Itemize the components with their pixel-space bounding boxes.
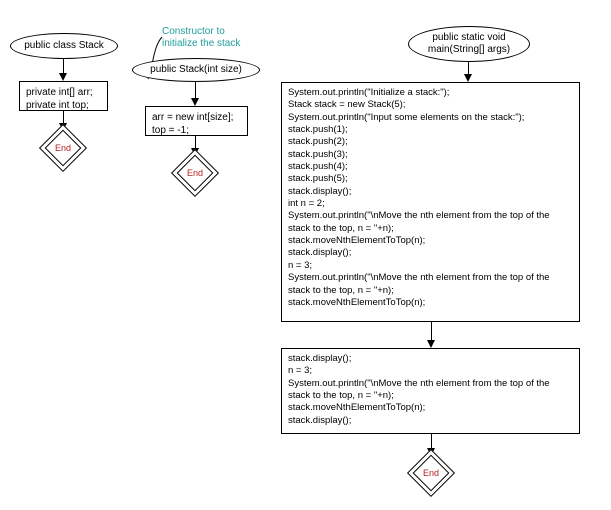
constructor-comment: Constructor to initialize the stack (162, 26, 262, 50)
constructor-text: public Stack(int size) (150, 64, 242, 76)
class-declaration-node: public class Stack (10, 33, 118, 59)
arrow-head-6 (427, 340, 435, 348)
end-diamond-main: End (414, 456, 448, 490)
main-body2-node: stack.display(); n = 3; System.out.print… (281, 348, 580, 434)
class-fields-node: private int[] arr; private int top; (19, 81, 108, 111)
arrow-main-to-body1 (468, 62, 469, 74)
arrow-head-3 (191, 98, 199, 106)
arrow-ctor-to-body (195, 82, 196, 98)
constructor-body-node: arr = new int[size]; top = -1; (145, 106, 248, 136)
main-body1-node: System.out.println("Initialize a stack:"… (281, 82, 580, 322)
main-body2-text: stack.display(); n = 3; System.out.print… (288, 353, 550, 427)
end-label-constructor: End (178, 156, 212, 190)
main-method-text: public static void main(String[] args) (428, 32, 510, 56)
arrow-head-1 (59, 73, 67, 81)
arrow-fields-to-end (63, 111, 64, 123)
main-method-node: public static void main(String[] args) (408, 26, 530, 62)
end-label-class: End (46, 131, 80, 165)
constructor-node: public Stack(int size) (132, 58, 260, 82)
arrow-body2-to-end (431, 434, 432, 448)
end-diamond-constructor: End (178, 156, 212, 190)
end-label-main: End (414, 456, 448, 490)
arrow-class-to-fields (63, 59, 64, 73)
arrow-body1-to-body2 (431, 322, 432, 340)
arrow-ctorbody-to-end (195, 136, 196, 148)
class-fields-text: private int[] arr; private int top; (26, 86, 93, 112)
end-diamond-class: End (46, 131, 80, 165)
constructor-body-text: arr = new int[size]; top = -1; (152, 111, 233, 137)
class-declaration-text: public class Stack (24, 40, 103, 52)
main-body1-text: System.out.println("Initialize a stack:"… (288, 87, 550, 309)
arrow-head-5 (464, 74, 472, 82)
